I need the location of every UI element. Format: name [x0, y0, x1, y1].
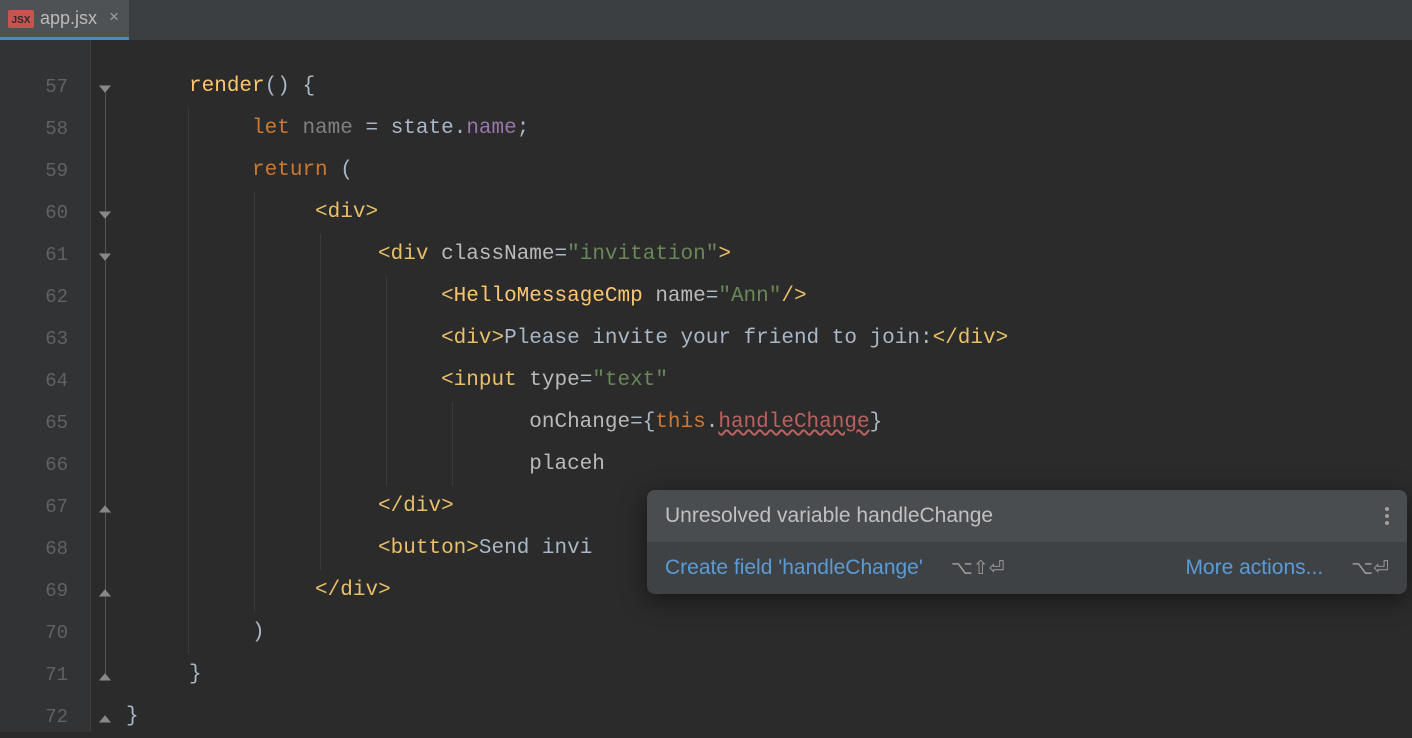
code-line[interactable]: onChange={this.handleChange}: [118, 402, 1412, 444]
code-line[interactable]: }: [118, 654, 1412, 696]
line-number[interactable]: 68: [0, 528, 90, 570]
code-line[interactable]: ): [118, 612, 1412, 654]
popup-title: Unresolved variable handleChange: [665, 504, 993, 528]
line-number[interactable]: 71: [0, 654, 90, 696]
line-number[interactable]: 69: [0, 570, 90, 612]
fold-marker-open[interactable]: [91, 234, 118, 276]
line-number-gutter: 57 58 59 60 61 62 63 64 65 66 67 68 69 7…: [0, 40, 90, 732]
fold-gutter: [90, 40, 118, 732]
line-number[interactable]: 67: [0, 486, 90, 528]
code-area[interactable]: render() { let name = state.name; return…: [118, 40, 1412, 732]
code-line[interactable]: render() {: [118, 66, 1412, 108]
svg-text:JSX: JSX: [12, 15, 31, 26]
line-number[interactable]: 61: [0, 234, 90, 276]
line-number[interactable]: 66: [0, 444, 90, 486]
fold-marker-close[interactable]: [91, 654, 118, 696]
line-number[interactable]: 57: [0, 66, 90, 108]
line-number[interactable]: 64: [0, 360, 90, 402]
editor-area: 57 58 59 60 61 62 63 64 65 66 67 68 69 7…: [0, 40, 1412, 732]
code-line[interactable]: let name = state.name;: [118, 108, 1412, 150]
line-number[interactable]: 65: [0, 402, 90, 444]
error-token[interactable]: handleChange: [718, 411, 869, 434]
line-number[interactable]: 70: [0, 612, 90, 654]
popup-body: Create field 'handleChange' ⌥⇧⏎ More act…: [647, 542, 1407, 594]
fold-marker-open[interactable]: [91, 66, 118, 108]
file-tab[interactable]: JSX app.jsx ×: [0, 0, 129, 40]
fold-marker-close[interactable]: [91, 486, 118, 528]
code-line[interactable]: <div className="invitation">: [118, 234, 1412, 276]
code-line[interactable]: placeh: [118, 444, 1412, 486]
close-tab-icon[interactable]: ×: [109, 9, 119, 28]
tab-filename: app.jsx: [40, 8, 97, 29]
more-options-icon[interactable]: [1385, 507, 1389, 525]
line-number[interactable]: 58: [0, 108, 90, 150]
line-number[interactable]: 60: [0, 192, 90, 234]
popup-header: Unresolved variable handleChange: [647, 490, 1407, 542]
code-line[interactable]: return (: [118, 150, 1412, 192]
shortcut-hint: ⌥⇧⏎: [951, 557, 1005, 580]
tab-bar: JSX app.jsx ×: [0, 0, 1412, 40]
line-number[interactable]: 63: [0, 318, 90, 360]
line-number[interactable]: 62: [0, 276, 90, 318]
shortcut-hint: ⌥⏎: [1351, 557, 1389, 580]
code-line[interactable]: <input type="text": [118, 360, 1412, 402]
fold-marker-close[interactable]: [91, 570, 118, 612]
code-line[interactable]: <HelloMessageCmp name="Ann"/>: [118, 276, 1412, 318]
inspection-popup: Unresolved variable handleChange Create …: [647, 490, 1407, 594]
code-line[interactable]: <div>Please invite your friend to join:<…: [118, 318, 1412, 360]
line-number[interactable]: 59: [0, 150, 90, 192]
more-actions-link[interactable]: More actions...: [1185, 556, 1323, 580]
create-field-action[interactable]: Create field 'handleChange': [665, 556, 923, 580]
fold-marker-open[interactable]: [91, 192, 118, 234]
code-line[interactable]: <div>: [118, 192, 1412, 234]
jsx-file-icon: JSX: [8, 10, 34, 28]
